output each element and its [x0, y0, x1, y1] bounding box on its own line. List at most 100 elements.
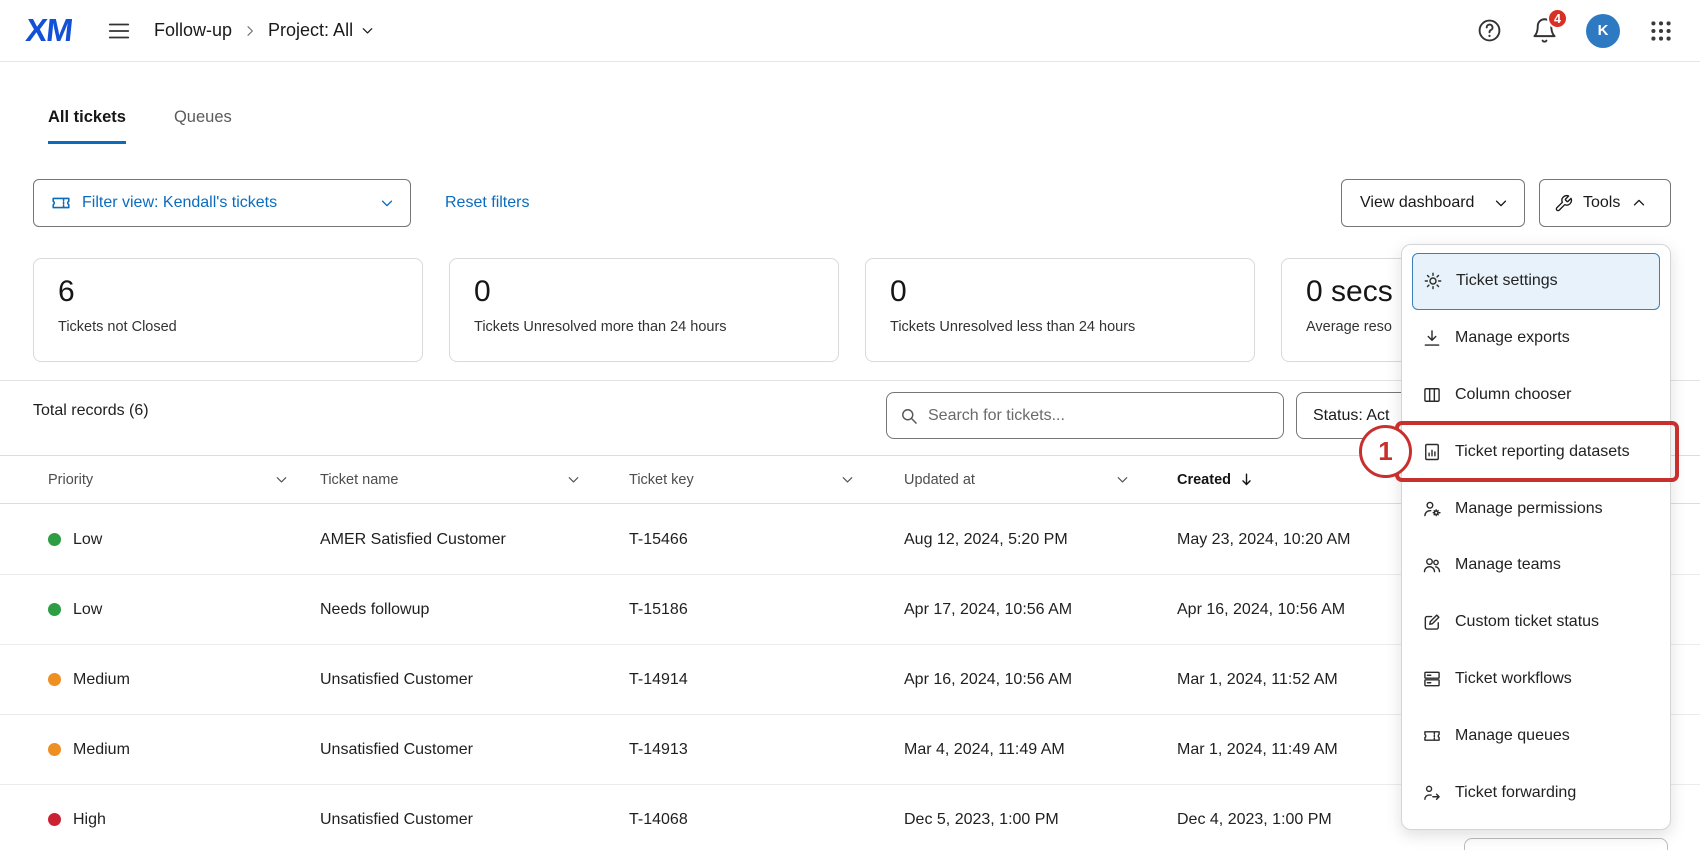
priority-label: Medium	[73, 671, 130, 689]
menu-item-manage-permissions[interactable]: Manage permissions	[1412, 480, 1660, 537]
tools-button[interactable]: Tools	[1539, 179, 1671, 227]
report-dataset-icon	[1422, 442, 1442, 462]
workflow-icon	[1422, 669, 1442, 689]
status-filter-label: Status: Act	[1313, 407, 1389, 425]
tools-label: Tools	[1583, 194, 1620, 212]
menu-item-column-chooser[interactable]: Column chooser	[1412, 367, 1660, 424]
ticket-name: Needs followup	[320, 601, 429, 619]
column-header-priority[interactable]: Priority	[48, 472, 93, 488]
breadcrumb-project-label: Project: All	[268, 20, 353, 41]
chevron-down-icon[interactable]	[839, 471, 856, 488]
priority-dot	[48, 743, 61, 756]
wrench-icon	[1554, 194, 1573, 213]
priority-dot	[48, 673, 61, 686]
topbar-actions: 4 K	[1476, 14, 1674, 48]
chevron-up-icon	[1630, 194, 1648, 212]
ticket-updated-at: Apr 16, 2024, 10:56 AM	[904, 671, 1072, 689]
column-header-ticket-name[interactable]: Ticket name	[320, 472, 398, 488]
stat-card-not-closed: 6 Tickets not Closed	[33, 258, 423, 362]
chevron-down-icon	[378, 194, 396, 212]
tab-all-tickets-label: All tickets	[48, 108, 126, 126]
breadcrumb-project-dropdown[interactable]: Project: All	[268, 20, 376, 41]
breadcrumb-section[interactable]: Follow-up	[154, 20, 232, 41]
chevron-down-icon[interactable]	[273, 471, 290, 488]
chevron-down-icon[interactable]	[565, 471, 582, 488]
avatar[interactable]: K	[1586, 14, 1620, 48]
help-button[interactable]	[1476, 17, 1503, 44]
partial-bottom-control[interactable]	[1464, 838, 1668, 850]
view-dashboard-label: View dashboard	[1360, 194, 1482, 212]
priority-label: Medium	[73, 741, 130, 759]
stat-label: Tickets Unresolved less than 24 hours	[890, 319, 1230, 335]
menu-item-label: Ticket forwarding	[1455, 784, 1576, 802]
menu-item-ticket-workflows[interactable]: Ticket workflows	[1412, 651, 1660, 708]
view-dashboard-button[interactable]: View dashboard	[1341, 179, 1525, 227]
menu-item-manage-queues[interactable]: Manage queues	[1412, 707, 1660, 764]
forward-arrow-icon	[1422, 783, 1442, 803]
ticket-updated-at: Apr 17, 2024, 10:56 AM	[904, 601, 1072, 619]
hamburger-icon	[106, 18, 132, 44]
priority-dot	[48, 813, 61, 826]
chevron-down-icon	[1492, 194, 1510, 212]
apps-grid-icon	[1648, 18, 1674, 44]
person-gear-icon	[1422, 499, 1442, 519]
reset-filters-link[interactable]: Reset filters	[445, 194, 529, 212]
ticket-name: Unsatisfied Customer	[320, 671, 473, 689]
menu-item-ticket-reporting-datasets[interactable]: Ticket reporting datasets	[1412, 423, 1660, 480]
download-icon	[1422, 328, 1442, 348]
menu-item-ticket-forwarding[interactable]: Ticket forwarding	[1412, 764, 1660, 821]
sort-descending-icon[interactable]	[1238, 471, 1255, 488]
menu-item-label: Manage permissions	[1455, 500, 1603, 518]
annotation-step-number: 1	[1359, 425, 1412, 478]
menu-item-label: Manage teams	[1455, 556, 1561, 574]
stat-label: Tickets Unresolved more than 24 hours	[474, 319, 814, 335]
menu-item-manage-teams[interactable]: Manage teams	[1412, 537, 1660, 594]
column-header-updated-at[interactable]: Updated at	[904, 472, 975, 488]
stat-value: 0	[474, 275, 814, 309]
search-input[interactable]	[928, 407, 1271, 425]
hamburger-menu-button[interactable]	[106, 18, 132, 44]
filter-view-dropdown[interactable]: Filter view: Kendall's tickets	[33, 179, 411, 227]
ticket-name: Unsatisfied Customer	[320, 741, 473, 759]
ticket-name: Unsatisfied Customer	[320, 811, 473, 829]
chevron-down-icon	[359, 22, 376, 39]
menu-item-label: Ticket workflows	[1455, 670, 1572, 688]
breadcrumb: Follow-up Project: All	[154, 20, 376, 41]
ticket-icon	[50, 192, 72, 214]
column-header-ticket-key[interactable]: Ticket key	[629, 472, 694, 488]
ticket-updated-at: Mar 4, 2024, 11:49 AM	[904, 741, 1065, 759]
priority-label: Low	[73, 531, 102, 549]
toolbar: Filter view: Kendall's tickets Reset fil…	[33, 179, 1671, 227]
ticket-created-at: Dec 4, 2023, 1:00 PM	[1177, 811, 1332, 829]
help-icon	[1476, 17, 1503, 44]
page: XM Follow-up Project: All 4 K	[0, 0, 1700, 850]
menu-item-label: Manage queues	[1455, 727, 1570, 745]
menu-item-manage-exports[interactable]: Manage exports	[1412, 310, 1660, 367]
menu-item-ticket-settings[interactable]: Ticket settings	[1412, 253, 1660, 310]
filter-view-label: Filter view: Kendall's tickets	[82, 194, 368, 212]
menu-item-label: Ticket reporting datasets	[1455, 443, 1630, 461]
chevron-right-icon	[242, 23, 258, 39]
notifications-button[interactable]: 4	[1531, 17, 1558, 44]
menu-item-label: Column chooser	[1455, 386, 1572, 404]
ticket-key: T-15466	[629, 531, 688, 549]
tools-menu: Ticket settings Manage exports Column ch…	[1401, 244, 1671, 830]
top-navigation-bar: XM Follow-up Project: All 4 K	[0, 0, 1700, 62]
ticket-icon	[1422, 726, 1442, 746]
ticket-updated-at: Aug 12, 2024, 5:20 PM	[904, 531, 1068, 549]
apps-grid-button[interactable]	[1648, 18, 1674, 44]
tab-queues[interactable]: Queues	[174, 108, 232, 144]
priority-label: Low	[73, 601, 102, 619]
menu-item-custom-ticket-status[interactable]: Custom ticket status	[1412, 594, 1660, 651]
notifications-badge: 4	[1547, 8, 1568, 29]
ticket-updated-at: Dec 5, 2023, 1:00 PM	[904, 811, 1059, 829]
chevron-down-icon[interactable]	[1114, 471, 1131, 488]
tab-all-tickets[interactable]: All tickets	[48, 108, 126, 144]
ticket-created-at: May 23, 2024, 10:20 AM	[1177, 531, 1350, 549]
stat-value: 0	[890, 275, 1230, 309]
people-icon	[1422, 555, 1442, 575]
ticket-key: T-15186	[629, 601, 688, 619]
stat-value: 6	[58, 275, 398, 309]
column-header-created[interactable]: Created	[1177, 472, 1231, 488]
stat-card-unresolved-less-24h: 0 Tickets Unresolved less than 24 hours	[865, 258, 1255, 362]
